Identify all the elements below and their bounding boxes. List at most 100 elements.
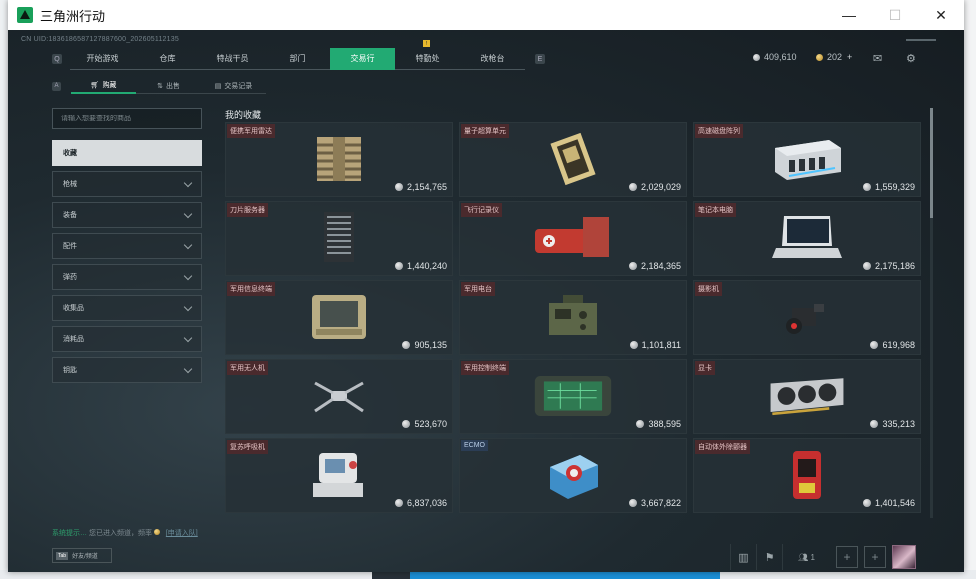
close-button[interactable]: ✕ <box>918 0 964 30</box>
item-card[interactable]: 摄影机 619,968 <box>693 280 921 355</box>
game-area: CN UID:1836186587127887600_202605112135 … <box>8 30 964 572</box>
silver-coin-icon <box>862 262 871 270</box>
category-item-7[interactable]: 钥匙 <box>52 357 202 383</box>
item-card[interactable]: 刀片服务器 1,440,240 <box>225 201 453 276</box>
item-card[interactable]: 军用信息终端 905,135 <box>225 280 453 355</box>
flag-icon[interactable]: ⚑ <box>756 544 782 570</box>
item-card[interactable]: 笔记本电脑 2,175,186 <box>693 201 921 276</box>
category-item-5[interactable]: 收集品 <box>52 295 202 321</box>
chevron-down-icon <box>183 209 193 219</box>
item-card[interactable]: 飞行记录仪 2,184,365 <box>459 201 687 276</box>
item-card[interactable]: 军用无人机 523,670 <box>225 359 453 434</box>
gold-coin-icon <box>153 529 160 535</box>
subtab-2[interactable]: ▤ 交易记录 <box>201 78 266 94</box>
item-name: 显卡 <box>695 361 715 375</box>
friends-button[interactable]: 👥︎ 1 <box>782 544 830 570</box>
item-card[interactable]: 军用控制终端 388,595 <box>459 359 687 434</box>
minimize-button[interactable]: — <box>826 0 872 30</box>
nav-tab-1[interactable]: 仓库 <box>135 48 200 70</box>
gold-coin-icon <box>816 53 823 61</box>
party-slot-1[interactable]: + <box>836 546 858 568</box>
nav-tab-3[interactable]: 部门 <box>265 48 330 70</box>
section-title: 我的收藏 <box>225 110 262 120</box>
subtab-1[interactable]: ⇅ 出售 <box>136 78 201 94</box>
category-item-3[interactable]: 配件 <box>52 233 202 259</box>
item-name: 军用信息终端 <box>227 282 275 296</box>
apply-join-link[interactable]: [申请入队] <box>166 530 198 537</box>
subtab-0[interactable]: 🛒︎ 购藏 <box>71 78 136 94</box>
category-item-2[interactable]: 装备 <box>52 202 202 228</box>
category-item-6[interactable]: 消耗品 <box>52 326 202 352</box>
channel-message: 系统提示… 您已进入频道，频率 [申请入队] <box>52 529 198 537</box>
gold-currency: 202 + <box>816 52 852 62</box>
nav-tab-2[interactable]: 特战干员 <box>200 48 265 70</box>
silver-coin-icon <box>870 341 879 349</box>
chevron-down-icon <box>183 302 193 312</box>
gpu-icon <box>767 368 847 424</box>
item-name: 摄影机 <box>695 282 722 296</box>
silver-amount: 409,610 <box>764 52 797 62</box>
scrollbar-thumb[interactable] <box>930 108 933 218</box>
nav-tab-4[interactable]: 交易行 <box>330 48 395 70</box>
chevron-down-icon <box>183 333 193 343</box>
nav-tab-5[interactable]: 特勤处! <box>395 40 460 70</box>
silver-coin-icon <box>394 183 403 191</box>
friends-channel-button[interactable]: Tab 好友/频道 <box>52 548 112 563</box>
item-name: 量子超算单元 <box>461 124 509 138</box>
silver-coin-icon <box>402 420 411 428</box>
nav-tab-0[interactable]: 开始游戏 <box>70 48 135 70</box>
nav-key-right[interactable]: E <box>535 54 545 64</box>
silver-coin-icon <box>629 341 638 349</box>
item-price: 2,184,365 <box>628 261 681 271</box>
item-name: 飞行记录仪 <box>461 203 502 217</box>
gold-amount: 202 <box>827 52 843 62</box>
item-card[interactable]: ECMO 3,667,822 <box>459 438 687 513</box>
item-card[interactable]: 显卡 335,213 <box>693 359 921 434</box>
app-logo-icon <box>17 7 33 23</box>
nav-tab-6[interactable]: 改枪台 <box>460 48 525 70</box>
item-card[interactable]: 便携军用雷达 2,154,765 <box>225 122 453 197</box>
search-box[interactable] <box>52 108 202 129</box>
item-name: 便携军用雷达 <box>227 124 275 138</box>
item-card[interactable]: 量子超算单元 2,029,029 <box>459 122 687 197</box>
add-gold-button[interactable]: + <box>847 52 852 62</box>
silver-coin-icon <box>394 499 403 507</box>
item-card[interactable]: 复苏呼吸机 6,837,036 <box>225 438 453 513</box>
category-item-1[interactable]: 枪械 <box>52 171 202 197</box>
mail-icon[interactable]: ✉ <box>873 52 882 65</box>
item-price: 905,135 <box>402 340 447 350</box>
radar-icon <box>299 131 379 187</box>
item-card[interactable]: 军用电台 1,101,811 <box>459 280 687 355</box>
item-price: 1,440,240 <box>394 261 447 271</box>
defibrillator-icon <box>767 447 847 503</box>
item-card[interactable]: 高速磁盘阵列 1,559,329 <box>693 122 921 197</box>
bottom-bar: ▥ ⚑ 👥︎ 1 + + <box>730 542 916 572</box>
maximize-button[interactable]: ☐ <box>872 0 918 30</box>
item-price: 1,401,546 <box>862 498 915 508</box>
item-price: 619,968 <box>870 340 915 350</box>
chevron-down-icon <box>183 178 193 188</box>
silver-currency: 409,610 <box>753 52 797 62</box>
item-card[interactable]: 自动体外除颤器 1,401,546 <box>693 438 921 513</box>
item-name: 高速磁盘阵列 <box>695 124 743 138</box>
chevron-down-icon <box>183 240 193 250</box>
item-price: 2,154,765 <box>394 182 447 192</box>
laptop-icon <box>767 210 847 266</box>
subnav-key-left[interactable]: A <box>52 81 61 91</box>
scrollbar[interactable] <box>930 108 933 518</box>
item-name: ECMO <box>461 440 488 451</box>
silver-coin-icon <box>862 183 871 191</box>
item-price: 335,213 <box>870 419 915 429</box>
category-item-0[interactable]: 收藏 <box>52 140 202 166</box>
app-window: 三角洲行动 — ☐ ✕ CN UID:1836186587127887600_2… <box>8 0 964 572</box>
top-navigation: Q 开始游戏 仓库 特战干员 部门 交易行 特勤处! 改枪台 E <box>52 40 545 70</box>
stats-icon[interactable]: ▥ <box>730 544 756 570</box>
search-input[interactable] <box>61 115 193 122</box>
nav-key-left[interactable]: Q <box>52 54 62 64</box>
avatar[interactable] <box>892 545 916 569</box>
item-price: 6,837,036 <box>394 498 447 508</box>
party-slot-2[interactable]: + <box>864 546 886 568</box>
category-item-4[interactable]: 弹药 <box>52 264 202 290</box>
silver-coin-icon <box>753 53 760 61</box>
gear-icon[interactable]: ⚙ <box>906 52 916 65</box>
